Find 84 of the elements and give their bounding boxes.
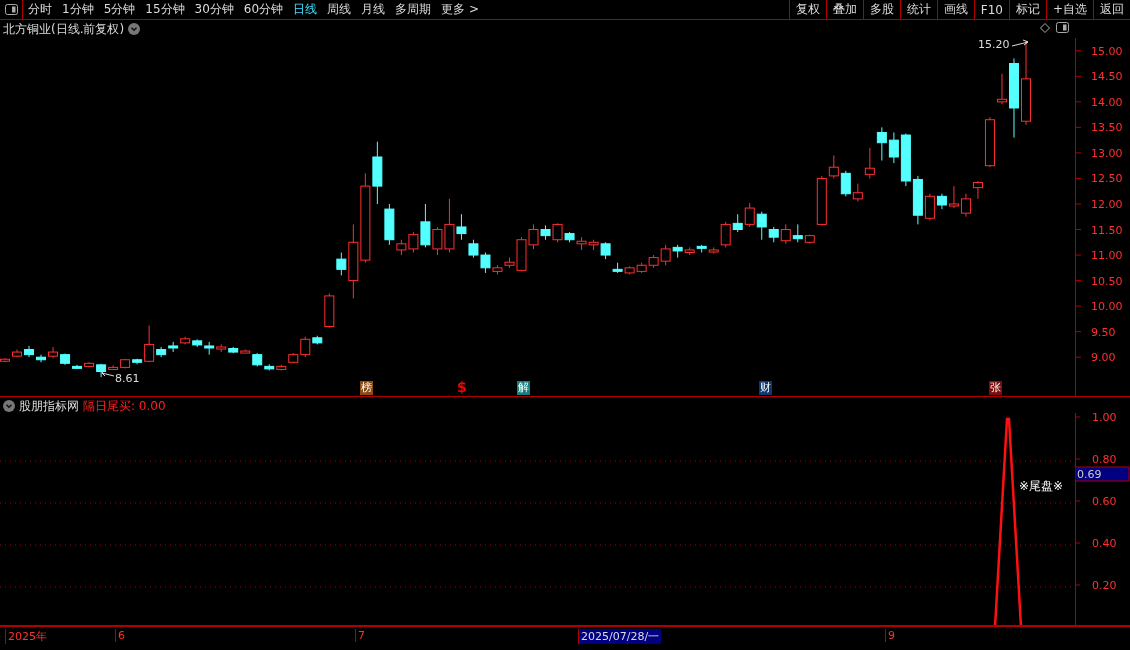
axis-tick-label: 0.80	[1092, 453, 1117, 466]
toolbar-button[interactable]: 返回	[1093, 0, 1130, 19]
candlestick	[336, 251, 347, 276]
candlestick	[24, 345, 35, 358]
axis-tick-label: 12.00	[1091, 198, 1123, 211]
period-tab[interactable]: 1分钟	[57, 0, 99, 19]
price-label: 15.20	[978, 38, 1010, 51]
period-tab[interactable]: 30分钟	[189, 0, 239, 19]
axis-tick-label: 10.50	[1091, 274, 1123, 288]
indicator-value: 隔日尾买: 0.00	[83, 397, 166, 415]
period-tab[interactable]: 多周期	[390, 0, 437, 19]
candlestick	[720, 221, 731, 248]
axis-tick-label: 10.00	[1091, 300, 1123, 314]
axis-tick-label: 12.50	[1091, 172, 1123, 186]
date-label: 6	[115, 629, 127, 642]
axis-tick-label: 0.40	[1092, 537, 1117, 550]
toolbar-button[interactable]: +自选	[1045, 0, 1093, 19]
axis-tick-label: 14.00	[1091, 95, 1123, 109]
period-tab[interactable]: 分时	[23, 0, 57, 19]
candlestick	[876, 126, 887, 162]
toolbar-button[interactable]: 多股	[862, 0, 900, 19]
axis-tick-label: 13.00	[1091, 146, 1123, 160]
date-label: 9	[885, 629, 897, 642]
period-tab[interactable]: 15分钟	[140, 0, 190, 19]
indicator-name: 股朋指标网	[19, 397, 79, 415]
candlestick	[744, 202, 755, 228]
axis-tick-label: 11.00	[1091, 249, 1123, 263]
period-tab[interactable]: 60分钟	[238, 0, 289, 19]
event-badge[interactable]: 张	[989, 381, 1002, 395]
dropdown-icon[interactable]	[128, 23, 141, 35]
cursor-value: 0.69	[1077, 468, 1102, 481]
axis-tick-label: 14.50	[1091, 70, 1123, 84]
axis-tick-label: 15.00	[1091, 44, 1123, 58]
date-label: 2025年	[5, 629, 49, 644]
candlestick	[108, 364, 119, 370]
candlestick	[756, 211, 767, 241]
chart-title: 北方铜业(日线.前复权)	[3, 20, 125, 38]
panel-toggle-icon[interactable]	[4, 4, 18, 15]
event-marker[interactable]: $	[457, 379, 467, 395]
candlestick	[960, 193, 971, 218]
arrow-icon	[101, 369, 115, 377]
dropdown-icon[interactable]	[3, 400, 15, 412]
period-tab[interactable]: 更多 >	[436, 0, 484, 19]
diamond-icon[interactable]	[1040, 22, 1050, 33]
period-tab[interactable]: 日线	[288, 0, 323, 19]
toolbar-button[interactable]: 统计	[899, 0, 937, 19]
candlestick	[780, 223, 791, 245]
toolbar-button[interactable]: F10	[973, 0, 1009, 19]
toolbar-button[interactable]: 复权	[788, 0, 826, 19]
axis-tick-label: 0.20	[1092, 579, 1117, 592]
event-badge[interactable]: 榜	[360, 381, 373, 395]
candlestick	[144, 325, 155, 363]
candlestick	[888, 131, 899, 164]
candlestick	[948, 185, 959, 209]
price-label: 8.61	[115, 372, 140, 385]
candlestick	[48, 346, 59, 359]
period-tab[interactable]: 5分钟	[98, 0, 141, 19]
toolbar-button[interactable]: 画线	[936, 0, 974, 19]
arrow-icon	[1011, 39, 1029, 47]
event-badge[interactable]: 财	[759, 381, 772, 395]
toolbar-button[interactable]: 标记	[1008, 0, 1046, 19]
date-label: 7	[355, 629, 367, 642]
candlestick	[864, 147, 875, 179]
panel-toggle-icon[interactable]	[1056, 22, 1069, 33]
candlestick	[924, 193, 935, 221]
axis-tick-label: 1.00	[1092, 411, 1117, 424]
indicator-annotation: ※尾盘※	[1019, 479, 1064, 493]
period-tab[interactable]: 周线	[322, 0, 357, 19]
event-badge[interactable]: 解	[517, 381, 530, 395]
candlestick	[456, 213, 467, 241]
candlestick	[552, 222, 563, 243]
candlestick	[828, 154, 839, 179]
candlestick	[840, 170, 851, 197]
axis-tick-label: 13.50	[1091, 121, 1123, 135]
period-tab[interactable]: 月线	[356, 0, 391, 19]
toolbar-button[interactable]: 叠加	[825, 0, 863, 19]
candlestick	[972, 180, 983, 200]
axis-tick-label: 0.60	[1092, 495, 1117, 508]
candlestick	[300, 336, 311, 358]
axis-tick-label: 9.50	[1091, 325, 1116, 339]
axis-tick-label: 11.50	[1091, 223, 1123, 237]
candlestick	[420, 203, 431, 248]
axis-tick-label: 9.00	[1091, 351, 1116, 365]
date-label: 2025/07/28/一	[578, 629, 662, 644]
